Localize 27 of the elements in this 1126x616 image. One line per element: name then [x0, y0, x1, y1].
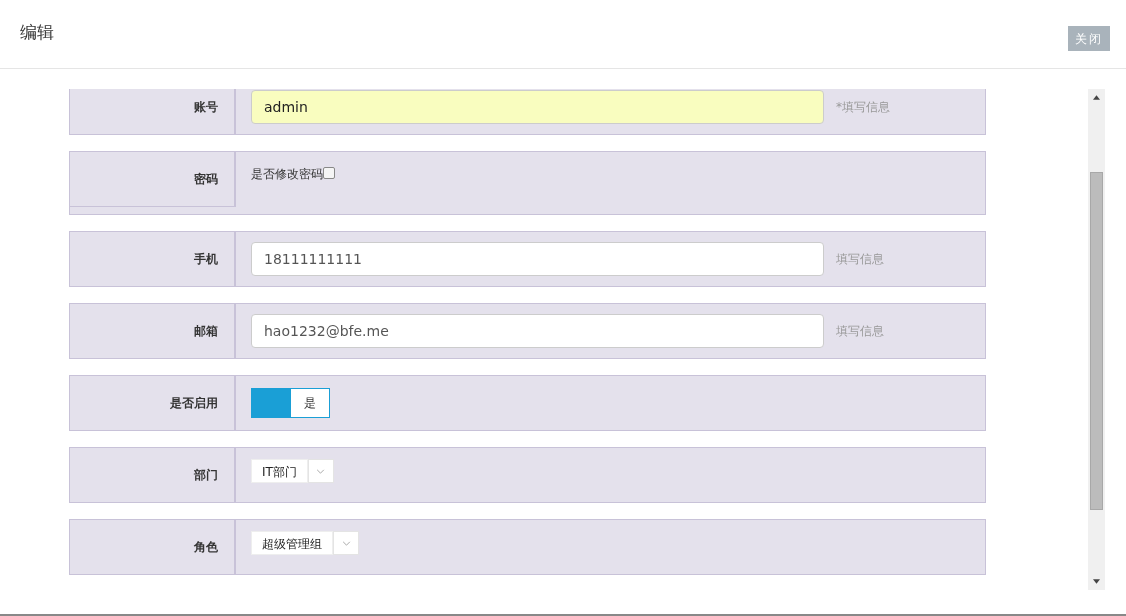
scroll-down-icon[interactable]: [1093, 579, 1100, 584]
dialog-title: 编辑: [20, 20, 54, 44]
hint-text: *填写信息: [836, 98, 890, 116]
input-field[interactable]: 18111111111: [251, 242, 824, 276]
toggle-switch[interactable]: 是: [251, 388, 330, 418]
caret-icon: [341, 540, 351, 546]
caret-icon: [316, 468, 326, 474]
field-label: 手机: [194, 250, 218, 268]
field-label: 部门: [194, 466, 218, 484]
checkbox[interactable]: [323, 167, 335, 179]
checkbox-label: 是否修改密码: [251, 166, 323, 183]
field-label: 邮箱: [194, 322, 218, 340]
input-field[interactable]: admin: [251, 90, 824, 124]
dropdown-button[interactable]: [333, 531, 359, 555]
select-field[interactable]: 超级管理组: [251, 531, 333, 555]
input-field[interactable]: hao1232@bfe.me: [251, 314, 824, 348]
scrollbar[interactable]: [1088, 89, 1105, 590]
field-label: 角色: [194, 538, 218, 556]
select-field[interactable]: IT部门: [251, 459, 308, 483]
field-label: 账号: [194, 98, 218, 116]
scrollbar-thumb[interactable]: [1090, 172, 1103, 510]
field-label: 密码: [194, 170, 218, 188]
dropdown-button[interactable]: [307, 459, 334, 483]
scroll-up-icon[interactable]: [1093, 95, 1100, 100]
hint-text: 填写信息: [836, 322, 884, 340]
hint-text: 填写信息: [836, 250, 884, 268]
field-label: 是否启用: [170, 394, 218, 412]
